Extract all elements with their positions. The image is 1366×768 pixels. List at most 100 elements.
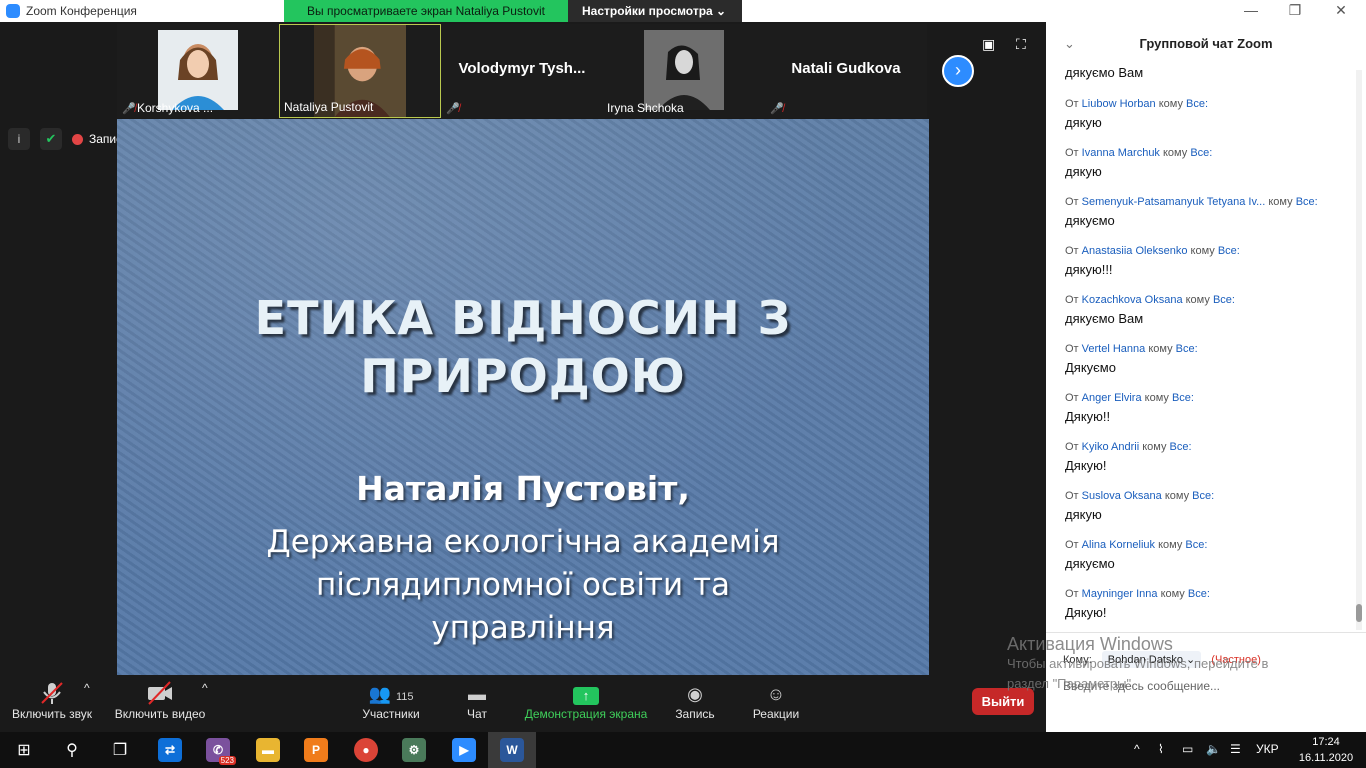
slide-org-line: Державна екологічна академія	[266, 524, 780, 560]
leave-meeting-button[interactable]: Выйти	[972, 688, 1034, 715]
minimize-icon[interactable]: —	[1228, 2, 1274, 18]
battery-icon[interactable]: ▭	[1182, 742, 1193, 756]
chat-bubble-icon: ▬	[468, 684, 486, 704]
zoom-app-icon[interactable]: ▶	[440, 732, 488, 768]
recipient-everyone[interactable]: Все:	[1188, 588, 1210, 600]
recipient-everyone[interactable]: Все:	[1185, 539, 1207, 551]
chat-scroll-thumb[interactable]	[1356, 604, 1362, 622]
sender-name[interactable]: Kozachkova Oksana	[1082, 294, 1183, 306]
network-icon[interactable]: ⌇	[1158, 742, 1164, 756]
input-language[interactable]: УКР	[1256, 742, 1279, 756]
next-page-button[interactable]: ›	[942, 55, 974, 87]
record-button[interactable]: ◉ Запись	[674, 681, 716, 721]
viber-icon[interactable]: ✆ 523	[194, 732, 242, 768]
participant-tile[interactable]: 🎤̸ Korshykova ...	[117, 24, 279, 118]
recipient-select[interactable]: Bohdan Datsko ⌄	[1101, 651, 1202, 668]
sender-name[interactable]: Ivanna Marchuk	[1082, 147, 1160, 159]
word-app-icon[interactable]: W	[488, 732, 536, 768]
participants-count: 115	[395, 691, 414, 703]
to-label: Кому:	[1063, 653, 1092, 666]
restore-icon[interactable]: ❐	[1272, 2, 1318, 19]
participant-name: Nataliya Pustovit	[284, 100, 374, 114]
participants-button[interactable]: 👥 115 Участники	[360, 681, 422, 721]
close-icon[interactable]: ✕	[1318, 2, 1364, 19]
message-text: дякуємо	[1065, 556, 1115, 571]
from-word: От	[1065, 98, 1079, 110]
video-off-icon	[114, 681, 206, 707]
message-text: Дякую!!	[1065, 409, 1111, 424]
system-clock[interactable]: 17:24 16.11.2020	[1296, 734, 1356, 766]
chrome-icon[interactable]: ●	[342, 732, 390, 768]
recipient-everyone[interactable]: Все:	[1213, 294, 1235, 306]
chat-message-list: От Liubow Horban кому Все: дякую От Ivanna…	[1065, 94, 1355, 633]
sender-name[interactable]: Vertel Hanna	[1082, 343, 1146, 355]
participant-tile-active-speaker[interactable]: Nataliya Pustovit	[279, 24, 441, 118]
fullscreen-icon[interactable]: ⛶	[1016, 36, 1026, 53]
recipient-everyone[interactable]: Все:	[1218, 245, 1240, 257]
task-view-icon[interactable]: ❐	[96, 732, 144, 768]
security-shield-icon[interactable]: ✔	[40, 128, 62, 150]
message-meta: От Kyiko Andrii кому Все:	[1065, 437, 1355, 457]
clock-date: 16.11.2020	[1298, 752, 1354, 764]
search-icon[interactable]: ⚲	[48, 732, 96, 768]
show-hidden-icons-icon[interactable]: ^	[1134, 742, 1140, 756]
to-word: кому	[1190, 245, 1215, 257]
chat-label: Чат	[467, 707, 487, 721]
private-label: (Частное)	[1211, 653, 1261, 666]
message-meta: От Vertel Hanna кому Все:	[1065, 339, 1355, 359]
message-text: Дякую!	[1065, 458, 1107, 473]
recording-dot-icon	[72, 133, 83, 145]
sender-name[interactable]: Suslova Oksana	[1082, 490, 1162, 502]
chat-button[interactable]: ▬ Чат	[460, 681, 494, 721]
view-options-button[interactable]: Настройки просмотра ⌄	[568, 0, 742, 22]
settings-app-icon[interactable]: ⚙	[390, 732, 438, 768]
volume-icon[interactable]: 🔈	[1206, 742, 1221, 756]
recipient-everyone[interactable]: Все:	[1192, 490, 1214, 502]
sender-name[interactable]: Anastasiia Oleksenko	[1082, 245, 1188, 257]
recipient-everyone[interactable]: Все:	[1176, 343, 1198, 355]
participant-tile[interactable]: Volodymyr Tysh... 🎤̸	[441, 24, 603, 118]
reactions-button[interactable]: ☺ Реакции	[752, 681, 800, 721]
chevron-down-icon[interactable]: ⌄	[1064, 22, 1075, 66]
pdf-editor-icon[interactable]: P	[292, 732, 340, 768]
recipient-everyone[interactable]: Все:	[1296, 196, 1318, 208]
participant-photo	[158, 30, 238, 110]
sender-name[interactable]: Kyiko Andrii	[1082, 441, 1139, 453]
recipient-everyone[interactable]: Все:	[1190, 147, 1212, 159]
video-options-caret-icon[interactable]: ^	[202, 681, 208, 695]
share-banner: Вы просматриваете экран Nataliya Pustovi…	[284, 0, 742, 22]
message-meta: От Ivanna Marchuk кому Все:	[1065, 143, 1355, 163]
sender-name[interactable]: Alina Korneliuk	[1082, 539, 1155, 551]
sender-name[interactable]: Mayninger Inna	[1082, 588, 1158, 600]
slide-title: ЕТИКА ВІДНОСИН З ПРИРОДОЮ	[117, 289, 929, 405]
share-screen-button[interactable]: ↑ Демонстрация экрана	[524, 681, 648, 721]
info-icon[interactable]: i	[8, 128, 30, 150]
chat-message: От Suslova Oksana кому Все: дякую	[1065, 486, 1355, 535]
chat-message: От Alina Korneliuk кому Все: дякуємо	[1065, 535, 1355, 584]
notification-center-icon[interactable]: ☰	[1230, 742, 1241, 756]
sender-name[interactable]: Liubow Horban	[1082, 98, 1156, 110]
audio-options-caret-icon[interactable]: ^	[84, 681, 90, 695]
message-text: дякую	[1065, 164, 1102, 179]
sender-name[interactable]: Anger Elvira	[1082, 392, 1142, 404]
windows-start-icon[interactable]: ⊞	[0, 732, 48, 768]
message-meta: От Anastasiia Oleksenko кому Все:	[1065, 241, 1355, 261]
audio-button[interactable]: Включить звук	[10, 681, 94, 721]
recipient-everyone[interactable]: Все:	[1172, 392, 1194, 404]
muted-mic-icon: 🎤̸	[446, 103, 460, 115]
from-word: От	[1065, 441, 1079, 453]
chat-scrollbar[interactable]	[1356, 70, 1362, 630]
sender-name[interactable]: Semenyuk-Patsamanyuk Tetyana Iv...	[1082, 196, 1266, 208]
chat-message: От Anger Elvira кому Все: Дякую!!	[1065, 388, 1355, 437]
chat-input[interactable]: Введите здесь сообщение...	[1063, 679, 1220, 693]
app-title: Zoom Конференция	[6, 4, 137, 18]
recipient-everyone[interactable]: Все:	[1186, 98, 1208, 110]
video-button[interactable]: Включить видео	[114, 681, 206, 721]
participant-tile[interactable]: Iryna Shchoka	[603, 24, 765, 118]
speaker-view-icon[interactable]: ▣	[982, 36, 995, 53]
file-explorer-icon[interactable]: ▬	[244, 732, 292, 768]
message-meta: От Semenyuk-Patsamanyuk Tetyana Iv... ко…	[1065, 192, 1355, 212]
recipient-everyone[interactable]: Все:	[1170, 441, 1192, 453]
teamviewer-icon[interactable]: ⇄	[146, 732, 194, 768]
participant-tile[interactable]: Natali Gudkova 🎤̸	[765, 24, 927, 118]
